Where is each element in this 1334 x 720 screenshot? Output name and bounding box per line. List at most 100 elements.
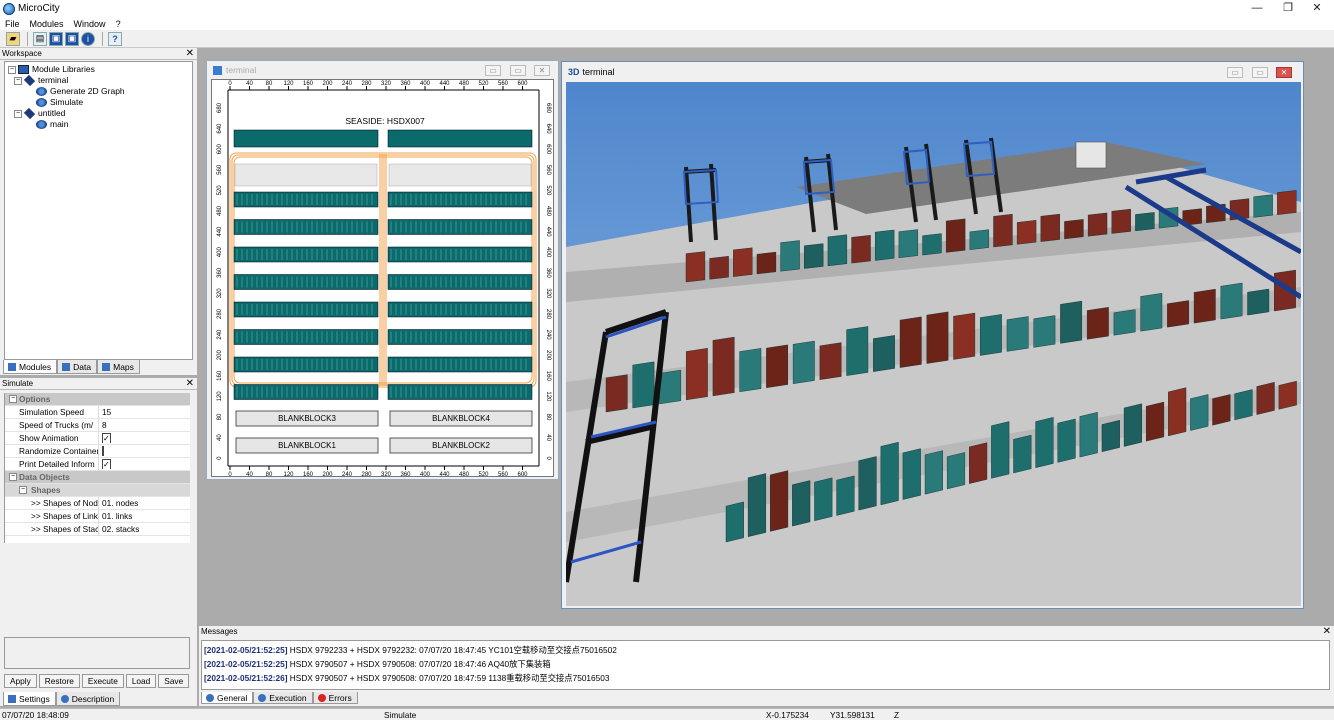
tab-execution[interactable]: Execution — [253, 692, 313, 704]
workspace-close-icon[interactable]: ✕ — [186, 48, 194, 59]
category-shapes[interactable]: − Shapes — [5, 484, 190, 497]
collapse-icon[interactable]: − — [9, 473, 17, 481]
map-svg[interactable]: 0 40 80 120 160 200 240 280 320 360 400 440 480 520 56… — [212, 80, 554, 477]
tab-data[interactable]: Data — [57, 360, 98, 374]
tab-general[interactable]: General — [201, 692, 254, 704]
menu-file[interactable]: File — [0, 19, 25, 29]
collapse-icon[interactable]: − — [9, 395, 17, 403]
scene-svg[interactable] — [566, 82, 1301, 606]
info-icon[interactable]: i — [81, 31, 95, 46]
tab-maps[interactable]: Maps — [97, 360, 140, 374]
terminal-3d-view[interactable] — [566, 82, 1301, 606]
open-folder-icon[interactable]: ▰ — [6, 31, 20, 46]
container-stack — [1167, 300, 1189, 328]
close-icon[interactable]: ✕ — [1300, 0, 1334, 17]
category-data-objects[interactable]: − Data Objects — [5, 471, 190, 484]
y-tick-label: 0 — [217, 456, 223, 460]
tree-item-terminal[interactable]: − terminal — [8, 74, 189, 87]
minimize-icon[interactable]: ▭ — [1227, 67, 1243, 78]
messages-toggle-icon[interactable]: ▣ — [65, 31, 79, 46]
restore-button[interactable]: Restore — [38, 674, 80, 688]
setting-randomize-containers[interactable]: Randomize Containers — [5, 444, 190, 458]
tree-item-untitled[interactable]: − untitled — [8, 107, 189, 120]
setting-shapes-of-stacks[interactable]: >> Shapes of Stacks 02. stacks — [5, 522, 190, 536]
print-detailed-checkbox[interactable]: ✓ — [102, 459, 111, 469]
menu-help[interactable]: ? — [111, 19, 126, 29]
yard-block[interactable] — [233, 191, 379, 208]
messages-close-icon[interactable]: ✕ — [1323, 626, 1331, 637]
save-button[interactable]: Save — [158, 674, 190, 688]
yard-block[interactable] — [233, 384, 379, 400]
setting-shapes-of-links[interactable]: >> Shapes of Links 01. links — [5, 509, 190, 523]
yard-block[interactable] — [233, 356, 379, 373]
window-titlebar[interactable]: 3D terminal — [562, 62, 1303, 82]
yard-block[interactable] — [387, 246, 533, 263]
yard-block[interactable] — [387, 219, 533, 235]
setting-print-detailed-info[interactable]: Print Detailed Inform ✓ — [5, 457, 190, 471]
menu-modules[interactable]: Modules — [25, 19, 69, 29]
terminal-3d-window[interactable]: 3D terminal ▭ ▭ ✕ — [561, 61, 1304, 609]
yard-block[interactable] — [233, 219, 379, 235]
yard-block[interactable] — [387, 384, 533, 400]
container-stack — [1220, 282, 1243, 320]
show-animation-checkbox[interactable]: ✓ — [102, 433, 111, 443]
window-titlebar[interactable]: terminal — [207, 61, 558, 79]
minimize-icon[interactable]: — — [1240, 0, 1274, 17]
function-icon — [36, 120, 47, 129]
tree-item-main[interactable]: main — [8, 119, 189, 130]
collapse-icon[interactable]: − — [19, 486, 27, 494]
setting-value[interactable]: 15 — [99, 407, 111, 417]
setting-value[interactable]: 01. nodes — [99, 498, 138, 508]
yard-block[interactable] — [387, 274, 533, 290]
object-props-icon[interactable]: ▣ — [49, 31, 63, 46]
setting-value[interactable]: 02. stacks — [99, 524, 139, 534]
category-options[interactable]: − Options — [5, 393, 190, 406]
simulate-close-icon[interactable]: ✕ — [186, 378, 194, 389]
tab-errors[interactable]: Errors — [312, 692, 358, 704]
close-icon[interactable]: ✕ — [1276, 67, 1292, 78]
message-list[interactable]: [2021-02-05/21:52:25] HSDX 9792233 + HSD… — [201, 640, 1330, 690]
tree-item-simulate[interactable]: Simulate — [8, 97, 189, 108]
yard-block[interactable] — [387, 191, 533, 208]
x-tick-label: 560 — [498, 81, 509, 87]
execute-button[interactable]: Execute — [81, 674, 124, 688]
setting-value[interactable]: 8 — [99, 420, 107, 430]
yard-block[interactable] — [387, 301, 533, 318]
yard-block[interactable] — [233, 274, 379, 290]
terminal-2d-window[interactable]: terminal ▭ ▭ ✕ 0 40 80 120 160 200 240 280 320 36… — [206, 60, 559, 480]
setting-value[interactable]: 01. links — [99, 511, 132, 521]
yard-block[interactable] — [233, 246, 379, 263]
tab-settings[interactable]: Settings — [3, 692, 56, 706]
terminal-2d-map[interactable]: 0 40 80 120 160 200 240 280 320 360 400 440 480 520 56… — [211, 79, 554, 477]
minimize-icon[interactable]: ▭ — [485, 65, 501, 76]
tab-description[interactable]: Description — [55, 692, 121, 706]
setting-speed-of-trucks[interactable]: Speed of Trucks (m/ 8 — [5, 418, 190, 432]
collapse-icon[interactable]: − — [14, 109, 22, 118]
collapse-icon[interactable]: − — [8, 65, 16, 74]
x-tick-label: 440 — [439, 81, 450, 87]
yard-block[interactable] — [387, 356, 533, 373]
tree-item-generate-2d-graph[interactable]: Generate 2D Graph — [8, 86, 189, 97]
load-button[interactable]: Load — [125, 674, 157, 688]
setting-shapes-of-nodes[interactable]: >> Shapes of Nodes 01. nodes — [5, 496, 190, 510]
x-tick-label: 120 — [283, 472, 294, 477]
apply-button[interactable]: Apply — [4, 674, 37, 688]
container-stack — [1135, 212, 1155, 232]
setting-show-animation[interactable]: Show Animation ✓ — [5, 431, 190, 445]
yard-block[interactable] — [233, 301, 379, 318]
workspace-toggle-icon[interactable]: ▤ — [33, 31, 47, 46]
collapse-icon[interactable]: − — [14, 76, 22, 85]
menu-window[interactable]: Window — [69, 19, 111, 29]
setting-simulation-speed[interactable]: Simulation Speed 15 — [5, 405, 190, 419]
y-tick-label: 600 — [217, 144, 223, 155]
tree-item-module-libraries[interactable]: − Module Libraries — [8, 64, 189, 75]
maximize-icon[interactable]: ▭ — [510, 65, 526, 76]
close-icon[interactable]: ✕ — [534, 65, 550, 76]
yard-block[interactable] — [233, 329, 379, 345]
tab-modules[interactable]: Modules — [3, 360, 58, 374]
help-icon[interactable]: ? — [108, 31, 122, 46]
maximize-icon[interactable]: ▭ — [1252, 67, 1268, 78]
y-tick-label: 440 — [545, 227, 551, 238]
randomize-containers-checkbox[interactable] — [102, 446, 104, 456]
yard-block[interactable] — [387, 329, 533, 345]
